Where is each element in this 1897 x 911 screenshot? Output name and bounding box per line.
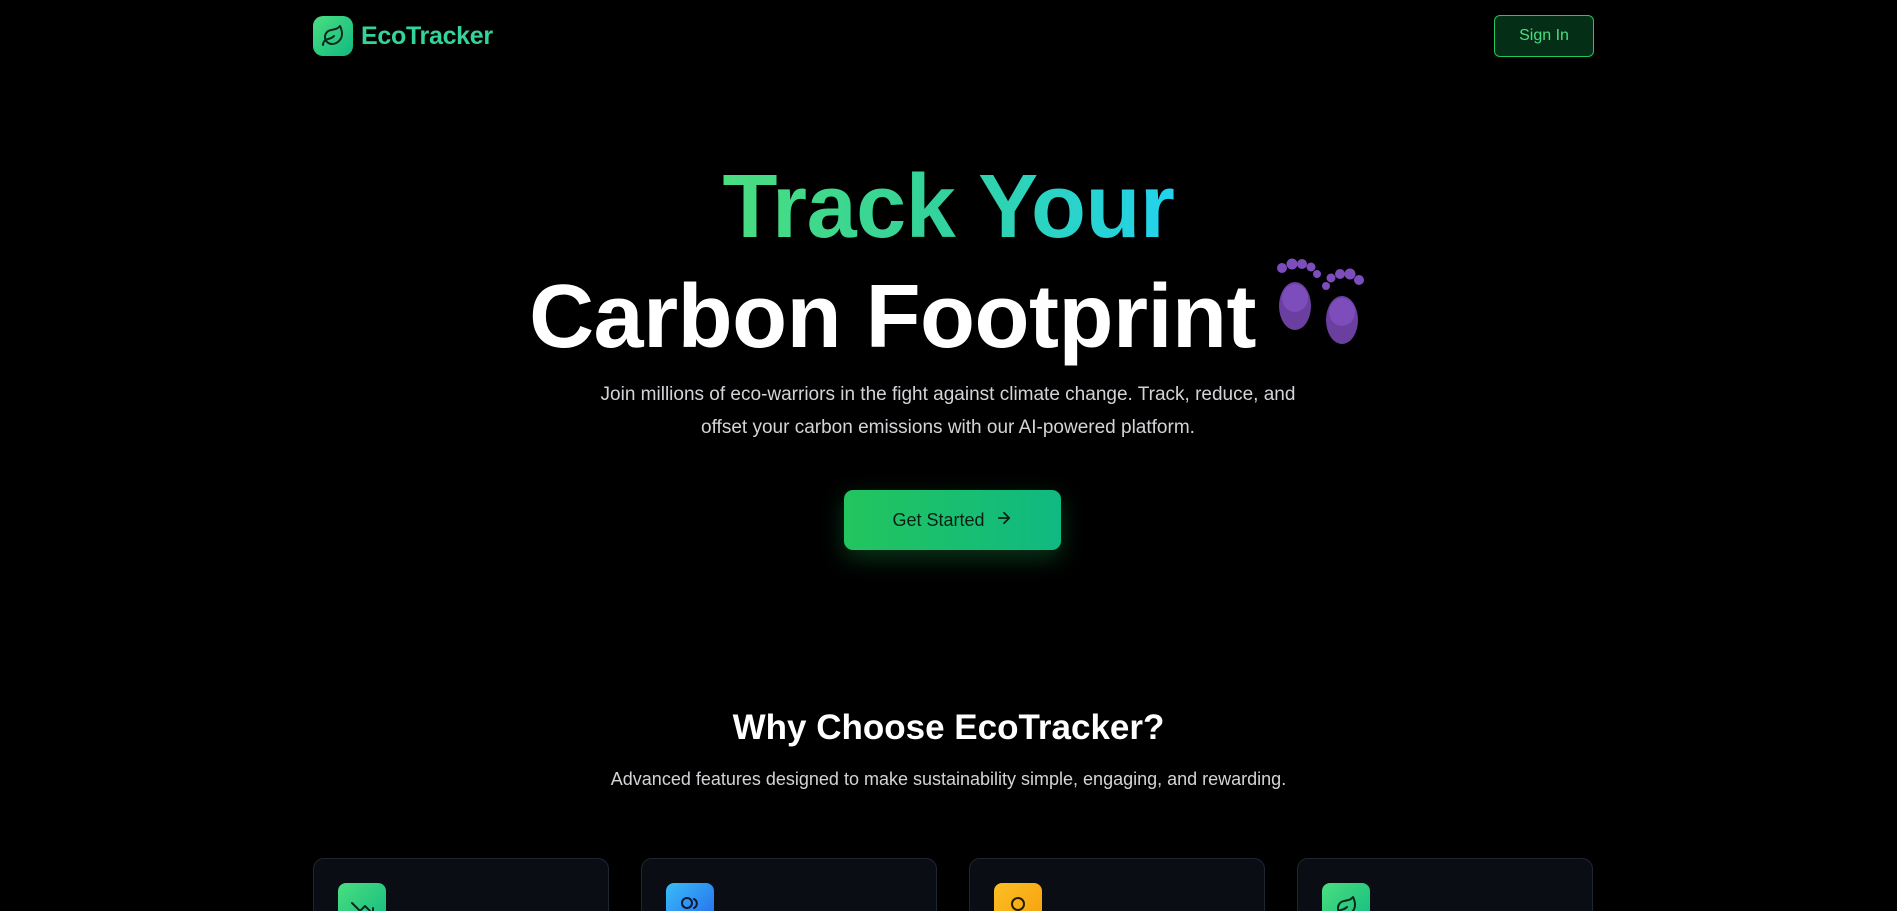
brand-name: EcoTracker	[361, 21, 493, 50]
get-started-label: Get Started	[892, 509, 985, 530]
hero-subtitle: Join millions of eco-warriors in the fig…	[548, 378, 1348, 444]
arrow-right-icon	[995, 509, 1013, 532]
feature-card[interactable]	[1297, 858, 1593, 911]
hero-subtitle-line1: Join millions of eco-warriors in the fig…	[600, 384, 1296, 405]
hero-title-gradient-text: Track Your	[722, 157, 1175, 257]
features-subtitle: Advanced features designed to make susta…	[610, 769, 1287, 789]
feature-card[interactable]	[969, 858, 1265, 911]
award-icon	[994, 883, 1042, 911]
feature-card[interactable]	[313, 858, 609, 911]
hero-subtitle-line2: offset your carbon emissions with our AI…	[701, 417, 1195, 438]
footprints-icon	[1270, 254, 1368, 379]
leaf-icon	[1322, 883, 1370, 911]
features-title: Why Choose EcoTracker?	[732, 708, 1165, 747]
sign-in-button[interactable]: Sign In	[1494, 15, 1594, 57]
get-started-button[interactable]: Get Started	[844, 490, 1061, 550]
brand[interactable]: EcoTracker	[313, 16, 493, 56]
hero-title-line2: Carbon Footprint	[0, 254, 1897, 379]
users-icon	[666, 883, 714, 911]
top-header: EcoTracker Sign In	[0, 0, 1897, 74]
trending-down-icon	[338, 883, 386, 911]
feature-card[interactable]	[641, 858, 937, 911]
landing-page: EcoTracker Sign In Track Your Carbon Foo…	[0, 0, 1897, 911]
hero-title-line1: Track Your	[0, 152, 1897, 262]
leaf-icon	[313, 16, 353, 56]
hero-title-text: Carbon Footprint	[529, 266, 1256, 367]
